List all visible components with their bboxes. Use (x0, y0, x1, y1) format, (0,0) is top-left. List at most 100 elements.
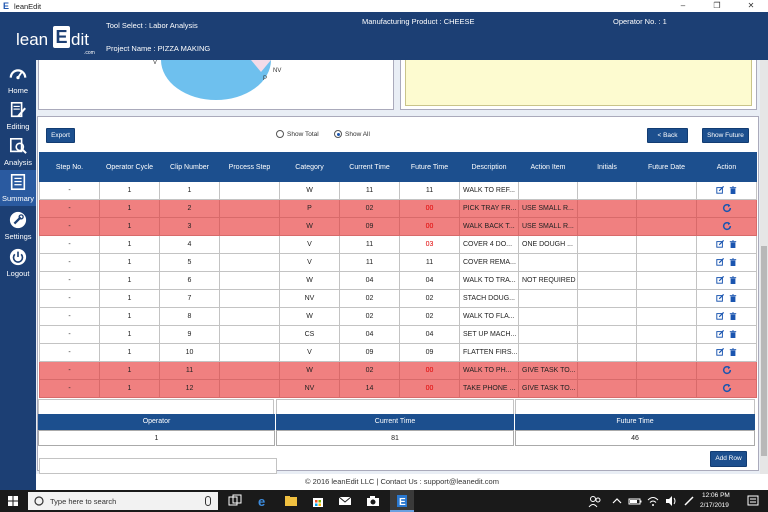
delete-icon[interactable] (729, 293, 737, 302)
description-cell: COVER REMA... (459, 253, 519, 272)
delete-icon[interactable] (729, 185, 737, 194)
delete-icon[interactable] (729, 311, 737, 320)
delete-icon[interactable] (729, 347, 737, 356)
back-button[interactable]: < Back (647, 128, 688, 143)
operator-cycle-cell: 1 (99, 325, 160, 344)
initials-cell (577, 235, 637, 254)
maximize-button[interactable]: ❐ (700, 0, 734, 12)
scrollbar-thumb[interactable] (761, 246, 767, 456)
table-row[interactable]: -1 9 CS 04 04 SET UP MACH... (39, 325, 757, 344)
show-total-radio[interactable]: Show Total (276, 130, 319, 138)
windows-start-icon[interactable] (8, 496, 18, 506)
minimize-button[interactable]: – (666, 0, 700, 12)
summary-header-future: Future Time (515, 414, 755, 430)
action-cell (696, 253, 757, 272)
process-step-cell (219, 217, 280, 236)
microphone-icon[interactable] (205, 496, 211, 506)
action-cell (696, 217, 757, 236)
task-view-icon[interactable] (228, 494, 242, 508)
table-row[interactable]: -1 3 W 09 00 WALK BACK T... USE SMALL R... (39, 217, 757, 236)
future-date-cell (636, 235, 697, 254)
description-cell: WALK TO REF... (459, 181, 519, 200)
category-cell: W (279, 181, 340, 200)
table-header-row: Step No. Operator Cycle Clip Number Proc… (39, 152, 757, 182)
future-time-reduced: 03 (425, 241, 434, 248)
sidebar-item-summary[interactable]: Summary (0, 170, 36, 206)
process-step-cell (219, 379, 280, 398)
refresh-icon[interactable] (722, 221, 732, 231)
table-row[interactable]: -1 12 NV 14 00 TAKE PHONE ... GIVE TASK TO... (39, 379, 757, 398)
edit-icon[interactable] (716, 185, 724, 194)
process-step-cell (219, 361, 280, 380)
future-time-cell: 09 (399, 343, 460, 362)
table-row[interactable]: -1 5 V 11 11 COVER REMA... (39, 253, 757, 272)
export-button[interactable]: Export (46, 128, 75, 143)
file-explorer-icon[interactable] (284, 494, 298, 508)
show-all-radio[interactable]: Show All (334, 130, 370, 138)
store-icon[interactable] (311, 494, 325, 508)
vertical-scrollbar[interactable] (760, 60, 768, 474)
current-time-cell: 11 (339, 235, 400, 254)
volume-icon[interactable] (664, 494, 678, 508)
close-button[interactable]: ✕ (734, 0, 768, 12)
camera-icon[interactable] (366, 494, 380, 508)
refresh-icon[interactable] (722, 365, 732, 375)
table-row[interactable]: -1 8 W 02 02 WALK TO FLA... (39, 307, 757, 326)
edit-icon[interactable] (716, 257, 724, 266)
edit-icon[interactable] (716, 275, 724, 284)
search-icon (34, 496, 44, 506)
col-current-time: Current Time (339, 152, 400, 182)
table-row[interactable]: -1 10 V 09 09 FLATTEN FIRS... (39, 343, 757, 362)
sidebar-item-settings[interactable]: Settings (0, 208, 36, 244)
delete-icon[interactable] (729, 275, 737, 284)
col-action-item: Action Item (518, 152, 578, 182)
category-cell: W (279, 217, 340, 236)
row-actions (716, 329, 737, 338)
table-row[interactable]: -1 2 P 02 00 PICK TRAY FR... USE SMALL R... (39, 199, 757, 218)
table-row[interactable]: -1 11 W 02 00 WALK TO PH... GIVE TASK TO... (39, 361, 757, 380)
refresh-icon[interactable] (722, 383, 732, 393)
clip-number-cell: 3 (159, 217, 220, 236)
clip-number-cell: 4 (159, 235, 220, 254)
show-total-label: Show Total (287, 130, 319, 138)
delete-icon[interactable] (729, 329, 737, 338)
wifi-icon[interactable] (646, 494, 660, 508)
edit-icon[interactable] (716, 239, 724, 248)
sidebar-item-analysis[interactable]: Analysis (0, 134, 36, 170)
step-no-cell: - (39, 253, 100, 272)
category-cell: V (279, 343, 340, 362)
edge-browser-icon[interactable]: e (256, 494, 270, 508)
future-time-cell: 11 (399, 181, 460, 200)
delete-icon[interactable] (729, 257, 737, 266)
action-item-cell (518, 253, 578, 272)
table-row[interactable]: -1 1 W 11 11 WALK TO REF... (39, 181, 757, 200)
taskbar-search[interactable]: Type here to search (28, 492, 218, 510)
edit-icon[interactable] (716, 329, 724, 338)
pen-icon[interactable] (682, 494, 696, 508)
show-all-label: Show All (345, 130, 370, 138)
show-future-button[interactable]: Show Future (702, 128, 749, 143)
refresh-icon[interactable] (722, 203, 732, 213)
people-icon[interactable] (588, 494, 602, 508)
table-row[interactable]: -1 4 V 11 03 COVER 4 DO... ONE DOUGH ... (39, 235, 757, 254)
description-cell: WALK TO TRA... (459, 271, 519, 290)
leanedit-taskbar-button[interactable]: E (390, 490, 414, 512)
action-item-cell: ONE DOUGH ... (518, 235, 578, 254)
mail-icon[interactable] (338, 494, 352, 508)
edit-icon[interactable] (716, 311, 724, 320)
notes-area[interactable] (405, 60, 752, 106)
sidebar-item-logout[interactable]: Logout (0, 245, 36, 281)
description-cell: WALK TO PH... (459, 361, 519, 380)
battery-icon[interactable] (628, 494, 642, 508)
notification-icon[interactable] (746, 494, 760, 508)
sidebar-item-label: Logout (6, 269, 30, 278)
add-row-button[interactable]: Add Row (710, 451, 747, 467)
table-row[interactable]: -1 7 NV 02 02 STACH DOUG... (39, 289, 757, 308)
chevron-up-icon[interactable] (610, 494, 624, 508)
table-row[interactable]: -1 6 W 04 04 WALK TO TRA... NOT REQUIRED (39, 271, 757, 290)
edit-icon[interactable] (716, 293, 724, 302)
edit-icon[interactable] (716, 347, 724, 356)
sidebar-item-editing[interactable]: Editing (0, 98, 36, 134)
delete-icon[interactable] (729, 239, 737, 248)
sidebar-item-home[interactable]: Home (0, 62, 36, 98)
